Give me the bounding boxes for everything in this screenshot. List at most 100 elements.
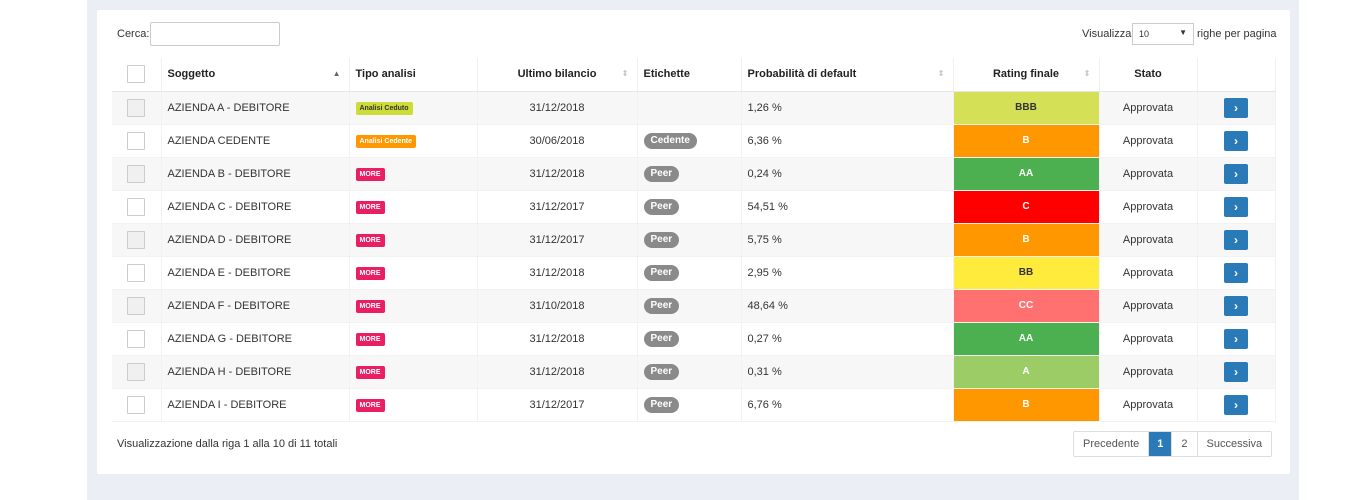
etichette-cell: Cedente bbox=[637, 124, 742, 158]
chevron-right-icon[interactable]: › bbox=[1224, 361, 1248, 382]
row-action-cell: › bbox=[1197, 355, 1276, 389]
ultimo-bilancio-cell: 31/12/2017 bbox=[477, 190, 638, 224]
etichetta-badge: Cedente bbox=[643, 132, 697, 149]
chevron-right-icon[interactable]: › bbox=[1224, 295, 1248, 316]
search-label: Cerca: bbox=[117, 28, 150, 40]
etichette-cell: Peer bbox=[637, 289, 742, 323]
rating-finale-cell: A bbox=[953, 355, 1100, 389]
stato-cell: Approvata bbox=[1099, 190, 1198, 224]
chevron-right-icon[interactable]: › bbox=[1224, 229, 1248, 250]
caret-down-icon: ▼ bbox=[1179, 28, 1187, 37]
table-row[interactable]: AZIENDA D - DEBITORE MORE 31/12/2017 Peer 5,… bbox=[112, 223, 1276, 257]
search-input[interactable] bbox=[150, 22, 280, 46]
row-checkbox[interactable] bbox=[127, 98, 146, 117]
row-checkbox[interactable] bbox=[127, 296, 146, 315]
tipo-analisi-cell: MORE bbox=[349, 256, 478, 290]
tipo-analisi-badge: MORE bbox=[355, 167, 385, 181]
chevron-right-icon[interactable]: › bbox=[1224, 130, 1248, 151]
table-row[interactable]: AZIENDA E - DEBITORE MORE 31/12/2018 Peer 2,… bbox=[112, 256, 1276, 290]
probabilita-default-cell: 6,76 % bbox=[741, 388, 954, 422]
rating-finale-cell: AA bbox=[953, 157, 1100, 191]
tipo-analisi-cell: MORE bbox=[349, 223, 478, 257]
table-row[interactable]: AZIENDA B - DEBITORE MORE 31/12/2018 Peer 0,… bbox=[112, 157, 1276, 191]
table-row[interactable]: AZIENDA C - DEBITORE MORE 31/12/2017 Peer 54… bbox=[112, 190, 1276, 224]
rating-finale-cell: BB bbox=[953, 256, 1100, 290]
ultimo-bilancio-cell: 31/12/2018 bbox=[477, 256, 638, 290]
row-select-cell bbox=[112, 190, 162, 224]
rating-finale-cell: B bbox=[953, 124, 1100, 158]
pagination-previous[interactable]: Precedente bbox=[1074, 432, 1150, 456]
etichetta-badge: Peer bbox=[643, 363, 680, 380]
stato-cell: Approvata bbox=[1099, 124, 1198, 158]
tipo-analisi-badge: MORE bbox=[355, 332, 385, 346]
chevron-right-icon[interactable]: › bbox=[1224, 328, 1248, 349]
column-ultimo-bilancio[interactable]: Ultimo bilancio ⇕ bbox=[477, 58, 638, 92]
ultimo-bilancio-cell: 31/12/2017 bbox=[477, 388, 638, 422]
stato-cell: Approvata bbox=[1099, 223, 1198, 257]
rating-finale-cell: AA bbox=[953, 322, 1100, 356]
row-checkbox[interactable] bbox=[127, 329, 146, 348]
row-checkbox[interactable] bbox=[127, 230, 146, 249]
pagination-page-1[interactable]: 1 bbox=[1149, 432, 1173, 456]
row-select-cell bbox=[112, 91, 162, 125]
results-panel: Cerca: Visualizza 10 ▼ righe per pagina … bbox=[97, 10, 1290, 474]
chevron-right-icon[interactable]: › bbox=[1224, 196, 1248, 217]
etichetta-badge: Peer bbox=[643, 264, 680, 281]
column-rating-finale[interactable]: Rating finale ⇕ bbox=[953, 58, 1100, 92]
column-etichette[interactable]: Etichette bbox=[637, 58, 742, 92]
ultimo-bilancio-cell: 31/12/2018 bbox=[477, 322, 638, 356]
table-summary: Visualizzazione dalla riga 1 alla 10 di … bbox=[117, 438, 338, 450]
tipo-analisi-badge: MORE bbox=[355, 233, 385, 247]
row-action-cell: › bbox=[1197, 91, 1276, 125]
row-action-cell: › bbox=[1197, 190, 1276, 224]
pagination-page-2[interactable]: 2 bbox=[1172, 432, 1198, 456]
tipo-analisi-badge: MORE bbox=[355, 299, 385, 313]
table-row[interactable]: AZIENDA CEDENTE Analisi Cedente 30/06/2018… bbox=[112, 124, 1276, 158]
row-select-cell bbox=[112, 322, 162, 356]
chevron-right-icon[interactable]: › bbox=[1224, 97, 1248, 118]
rating-finale-cell: B bbox=[953, 223, 1100, 257]
table-row[interactable]: AZIENDA G - DEBITORE MORE 31/12/2018 Peer 0,… bbox=[112, 322, 1276, 356]
row-checkbox[interactable] bbox=[127, 263, 146, 282]
row-select-cell bbox=[112, 388, 162, 422]
chevron-right-icon[interactable]: › bbox=[1224, 394, 1248, 415]
table-row[interactable]: AZIENDA A - DEBITORE Analisi Ceduto 31/12/… bbox=[112, 91, 1276, 125]
probabilita-default-cell: 54,51 % bbox=[741, 190, 954, 224]
analysis-table: Soggetto ▲ Tipo analisi Ultimo bilancio ⇕ … bbox=[112, 58, 1276, 422]
column-probabilita-default[interactable]: Probabilità di default ⇕ bbox=[741, 58, 954, 92]
column-soggetto[interactable]: Soggetto ▲ bbox=[161, 58, 350, 92]
pagination-next[interactable]: Successiva bbox=[1197, 432, 1272, 456]
table-row[interactable]: AZIENDA H - DEBITORE MORE 31/12/2018 Peer 0,… bbox=[112, 355, 1276, 389]
select-all-checkbox[interactable] bbox=[127, 65, 146, 84]
table-row[interactable]: AZIENDA F - DEBITORE MORE 31/10/2018 Peer 48… bbox=[112, 289, 1276, 323]
column-actions bbox=[1197, 58, 1276, 92]
etichette-cell: Peer bbox=[637, 223, 742, 257]
tipo-analisi-badge: Analisi Ceduto bbox=[355, 101, 413, 115]
row-select-cell bbox=[112, 124, 162, 158]
tipo-analisi-cell: MORE bbox=[349, 355, 478, 389]
ultimo-bilancio-cell: 31/12/2018 bbox=[477, 157, 638, 191]
probabilita-default-cell: 0,24 % bbox=[741, 157, 954, 191]
etichetta-badge: Peer bbox=[643, 297, 680, 314]
row-checkbox[interactable] bbox=[127, 395, 146, 414]
column-stato[interactable]: Stato bbox=[1099, 58, 1198, 92]
row-checkbox[interactable] bbox=[127, 197, 146, 216]
probabilita-default-cell: 2,95 % bbox=[741, 256, 954, 290]
etichetta-badge: Peer bbox=[643, 198, 680, 215]
tipo-analisi-cell: Analisi Ceduto bbox=[349, 91, 478, 125]
chevron-right-icon[interactable]: › bbox=[1224, 262, 1248, 283]
page-size-select[interactable]: 10 ▼ bbox=[1132, 23, 1194, 45]
row-checkbox[interactable] bbox=[127, 362, 146, 381]
sort-icon: ⇕ bbox=[1083, 69, 1091, 78]
page-size-suffix: righe per pagina bbox=[1197, 28, 1277, 40]
row-select-cell bbox=[112, 223, 162, 257]
column-tipo-analisi[interactable]: Tipo analisi bbox=[349, 58, 478, 92]
row-checkbox[interactable] bbox=[127, 131, 146, 150]
ultimo-bilancio-cell: 31/10/2018 bbox=[477, 289, 638, 323]
probabilita-default-cell: 5,75 % bbox=[741, 223, 954, 257]
etichette-cell: Peer bbox=[637, 322, 742, 356]
row-checkbox[interactable] bbox=[127, 164, 146, 183]
etichetta-badge: Peer bbox=[643, 330, 680, 347]
table-row[interactable]: AZIENDA I - DEBITORE MORE 31/12/2017 Peer 6,… bbox=[112, 388, 1276, 422]
chevron-right-icon[interactable]: › bbox=[1224, 163, 1248, 184]
